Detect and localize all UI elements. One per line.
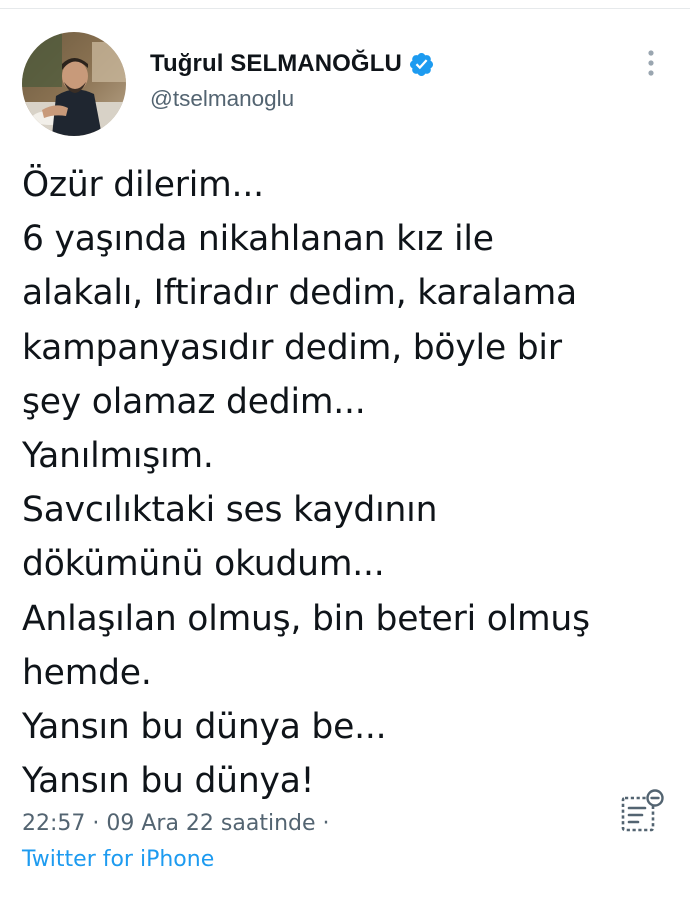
author-name-row: Tuğrul SELMANOĞLU: [150, 46, 435, 82]
verified-badge-icon: [408, 51, 435, 78]
author-display-name[interactable]: Tuğrul SELMANOĞLU: [150, 50, 402, 78]
tweet-line: alakalı, Iftiradır dedim, karalama: [22, 273, 577, 314]
tweet-text: Özür dilerim... 6 yaşında nikahlanan kız…: [22, 158, 672, 808]
tweet-meta: 22:57 · 09 Ara 22 saatinde · Twitter for…: [22, 806, 330, 878]
tweet-line: Yansın bu dünya be...: [22, 707, 387, 748]
tweet-line: dökümünü okudum...: [22, 544, 385, 585]
tweet-timestamp[interactable]: 22:57 · 09 Ara 22 saatinde ·: [22, 806, 330, 842]
avatar-photo: [22, 32, 126, 136]
tweet: Tuğrul SELMANOĞLU @tselmanoglu Özür dile…: [0, 0, 690, 902]
tweet-line: şey olamaz dedim...: [22, 381, 366, 422]
author-block: Tuğrul SELMANOĞLU @tselmanoglu: [150, 46, 435, 112]
view-analytics-icon[interactable]: [618, 786, 668, 836]
tweet-line: 6 yaşında nikahlanan kız ile: [22, 219, 494, 260]
tweet-line: Savcılıktaki ses kaydının: [22, 490, 438, 531]
tweet-line: Yansın bu dünya!: [22, 761, 315, 802]
tweet-line: Yanılmışım.: [22, 436, 214, 477]
tweet-source-link[interactable]: Twitter for iPhone: [22, 842, 330, 878]
tweet-line: Özür dilerim...: [22, 165, 264, 205]
tweet-line: hemde.: [22, 652, 152, 693]
tweet-line: Anlaşılan olmuş, bin beteri olmuş: [22, 598, 590, 639]
author-handle[interactable]: @tselmanoglu: [150, 86, 435, 112]
avatar[interactable]: [22, 32, 126, 136]
more-vertical-icon[interactable]: [640, 48, 662, 78]
tweet-line: kampanyasıdır dedim, böyle bir: [22, 327, 562, 368]
